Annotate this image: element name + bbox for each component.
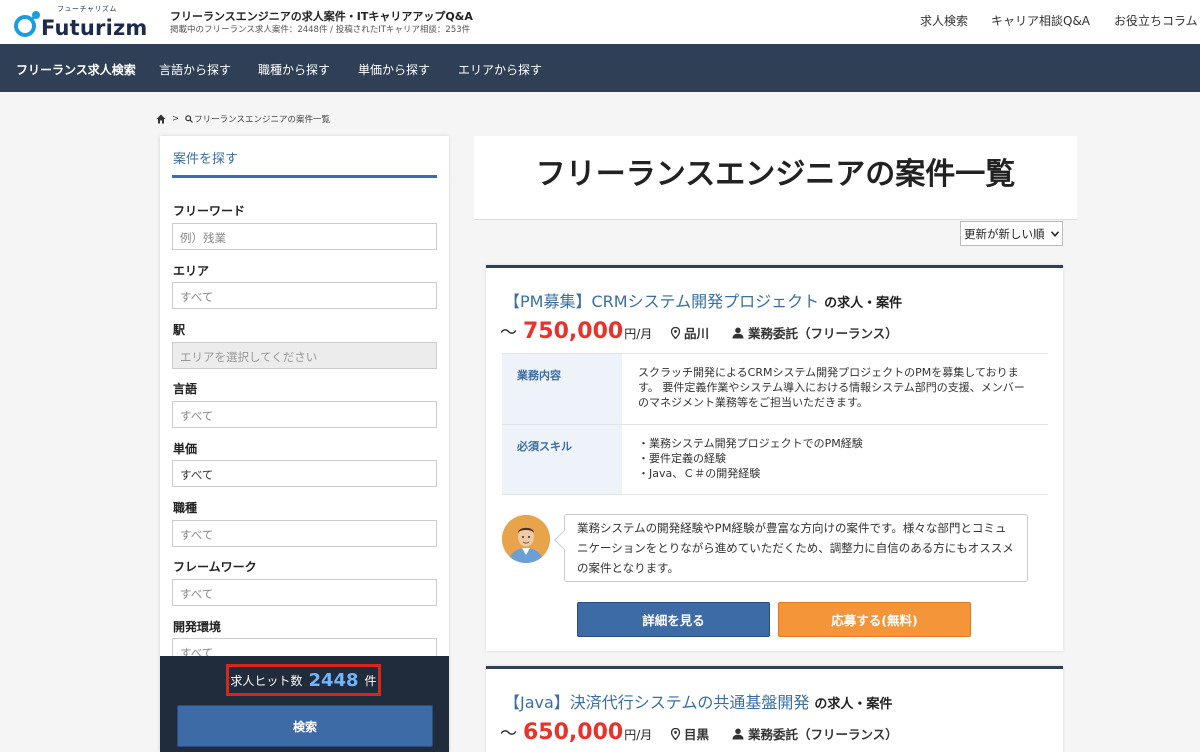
language-label: 言語	[173, 382, 198, 396]
freeword-label: フリーワード	[173, 204, 246, 218]
sidebar-search-footer: 求人ヒット数 2448 件 検索	[160, 656, 449, 752]
hit-count-box: 求人ヒット数 2448 件	[226, 664, 381, 696]
nav-by-area[interactable]: エリアから探す	[458, 61, 542, 78]
person-icon	[732, 728, 744, 739]
language-select[interactable]: すべて	[172, 401, 437, 428]
chevron-down-icon	[1051, 230, 1059, 237]
site-tagline: フリーランスエンジニアの求人案件・ITキャリアアップQ&A	[170, 10, 473, 23]
job-title-link[interactable]: 【PM募集】CRMシステム開発プロジェクト	[504, 292, 819, 311]
logo-mark-icon	[14, 11, 40, 37]
job-title-row: 【PM募集】CRMシステム開発プロジェクト の求人・案件	[504, 288, 902, 312]
search-sidebar: 案件を探す フリーワード 例）残業 エリア すべて 駅 エリアを選択してください…	[160, 136, 449, 752]
jobtype-select[interactable]: すべて	[172, 520, 437, 547]
area-select[interactable]: すべて	[172, 282, 437, 309]
salary-unit: 円/月	[624, 327, 653, 341]
salary-prefix: ～	[500, 724, 517, 744]
jobtype-label: 職種	[173, 501, 198, 515]
search-button[interactable]: 検索	[177, 705, 433, 747]
logo-text: Futurizm	[41, 16, 148, 40]
devenv-label: 開発環境	[173, 620, 222, 634]
breadcrumb-separator: >	[172, 114, 180, 124]
job-card: 【PM募集】CRMシステム開発プロジェクト の求人・案件 ～ 750,000 円…	[486, 265, 1063, 651]
advisor-comment: 業務システムの開発経験やPM経験が豊富な方向けの案件です。様々な部門とコミュニケ…	[564, 514, 1028, 582]
topnav-career-qa[interactable]: キャリア相談Q&A	[991, 12, 1090, 29]
salary-amount: 750,000	[523, 319, 624, 344]
price-label: 単価	[173, 442, 198, 456]
job-contract: 業務委託（フリーランス）	[732, 724, 898, 743]
station-label: 駅	[173, 323, 186, 337]
view-details-button[interactable]: 詳細を見る	[577, 602, 770, 637]
job-description-text: スクラッチ開発によるCRMシステム開発プロジェクトのPMを募集しております。 要…	[638, 366, 1025, 409]
required-skills-label: 必須スキル	[502, 425, 622, 494]
sidebar-title: 案件を探す	[173, 152, 239, 167]
framework-select[interactable]: すべて	[172, 579, 437, 606]
salary-prefix: ～	[500, 323, 517, 343]
required-skill-item: ・要件定義の経験	[638, 452, 726, 465]
job-contract-text: 業務委託（フリーランス）	[748, 326, 898, 341]
page-title-panel: フリーランスエンジニアの案件一覧	[474, 136, 1077, 220]
nav-by-language[interactable]: 言語から探す	[159, 61, 231, 78]
home-icon[interactable]	[156, 114, 166, 124]
price-select[interactable]: すべて	[172, 460, 437, 487]
topnav-job-search[interactable]: 求人検索	[920, 12, 968, 29]
freeword-input[interactable]: 例）残業	[172, 223, 437, 250]
salary-unit: 円/月	[624, 728, 653, 742]
person-icon	[732, 327, 744, 338]
sort-select-value: 更新が新しい順	[964, 226, 1045, 241]
site-header: フューチャリズム Futurizm フリーランスエンジニアの求人案件・ITキャリ…	[0, 0, 1200, 44]
job-title-suffix: の求人・案件	[814, 697, 893, 712]
job-description-label: 業務内容	[502, 354, 622, 424]
job-location: 目黒	[671, 724, 709, 743]
topnav-columns[interactable]: お役立ちコラム	[1114, 12, 1198, 29]
sidebar-divider	[172, 175, 437, 178]
job-location-text: 品川	[684, 326, 710, 341]
nav-by-job-type[interactable]: 職種から探す	[258, 61, 330, 78]
breadcrumb-current: フリーランスエンジニアの案件一覧	[194, 115, 330, 125]
required-skill-item: ・Java、Ｃ＃の開発経験	[638, 467, 761, 480]
framework-label: フレームワーク	[173, 560, 257, 574]
salary-amount: 650,000	[523, 720, 624, 745]
advisor-avatar	[502, 515, 550, 563]
job-details-row: 必須スキル ・業務システム開発プロジェクトでのPM経験 ・要件定義の経験 ・Ja…	[502, 425, 1048, 495]
job-title-row: 【Java】決済代行システムの共通基盤開発 の求人・案件	[504, 689, 892, 713]
page-title: フリーランスエンジニアの案件一覧	[535, 157, 1016, 192]
job-details-row: 業務内容 スクラッチ開発によるCRMシステム開発プロジェクトのPMを募集しており…	[502, 354, 1048, 425]
job-card: 【Java】決済代行システムの共通基盤開発 の求人・案件 ～ 650,000 円…	[486, 666, 1063, 752]
nav-freelance-search[interactable]: フリーランス求人検索	[16, 61, 136, 78]
hit-count-unit: 件	[364, 673, 377, 688]
sort-select[interactable]: 更新が新しい順	[960, 221, 1063, 246]
site-logo[interactable]: フューチャリズム Futurizm	[14, 2, 159, 42]
hit-count-value: 2448	[308, 669, 359, 691]
job-location-text: 目黒	[684, 727, 710, 742]
nav-by-price[interactable]: 単価から探す	[358, 61, 430, 78]
job-title-link[interactable]: 【Java】決済代行システムの共通基盤開発	[504, 693, 809, 712]
location-pin-icon	[671, 326, 680, 339]
search-icon	[185, 115, 193, 123]
job-title-suffix: の求人・案件	[824, 296, 903, 311]
required-skill-item: ・業務システム開発プロジェクトでのPM経験	[638, 437, 863, 450]
job-contract-text: 業務委託（フリーランス）	[748, 727, 898, 742]
hit-count-label: 求人ヒット数	[230, 673, 303, 688]
required-skills-list: ・業務システム開発プロジェクトでのPM経験 ・要件定義の経験 ・Java、Ｃ＃の…	[622, 425, 1048, 494]
apply-button[interactable]: 応募する(無料)	[778, 602, 971, 637]
salary-row: ～ 650,000 円/月	[500, 719, 652, 745]
breadcrumb: > フリーランスエンジニアの案件一覧	[156, 113, 330, 125]
location-pin-icon	[671, 727, 680, 740]
site-stats: 掲載中のフリーランス求人案件：2448件 / 投稿されたITキャリア相談：253…	[170, 25, 471, 35]
station-select[interactable]: エリアを選択してください	[172, 342, 437, 369]
salary-row: ～ 750,000 円/月	[500, 318, 652, 344]
job-contract: 業務委託（フリーランス）	[732, 323, 898, 342]
job-details-table: 業務内容 スクラッチ開発によるCRMシステム開発プロジェクトのPMを募集しており…	[502, 353, 1048, 495]
job-location: 品川	[671, 323, 709, 342]
area-label: エリア	[173, 264, 210, 278]
main-navbar: フリーランス求人検索 言語から探す 職種から探す 単価から探す エリアから探す	[0, 44, 1200, 92]
logo-ruby: フューチャリズム	[57, 5, 117, 13]
